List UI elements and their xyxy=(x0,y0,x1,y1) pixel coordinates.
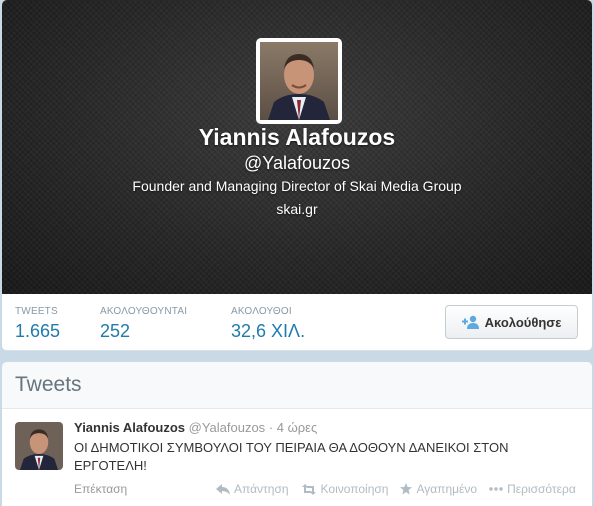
tweet-avatar[interactable] xyxy=(15,422,63,470)
stat-following[interactable]: ΑΚΟΛΟΥΘΟΥΝΤΑΙ 252 xyxy=(100,306,187,342)
tweets-panel: Tweets Yiannis Alafouzos @Yalafouzos · 4… xyxy=(2,362,592,506)
favorite-star-icon xyxy=(400,483,413,495)
stat-label: ΑΚΟΛΟΥΘΟΙ xyxy=(231,306,292,317)
stat-label: ΑΚΟΛΟΥΘΟΥΝΤΑΙ xyxy=(100,306,188,317)
stat-value: 32,6 ΧΙΛ. xyxy=(231,321,306,341)
tweet-author-handle[interactable]: @Yalafouzos xyxy=(189,420,266,435)
profile-stats-bar: TWEETS 1.665 ΑΚΟΛΟΥΘΟΥΝΤΑΙ 252 ΑΚΟΛΟΥΘΟΙ… xyxy=(2,294,592,351)
more-action[interactable]: Περισσότερα xyxy=(489,482,576,496)
profile-header: Yiannis Alafouzos @Yalafouzos Founder an… xyxy=(2,0,592,294)
stat-tweets[interactable]: TWEETS 1.665 xyxy=(15,306,60,342)
profile-page: Yiannis Alafouzos @Yalafouzos Founder an… xyxy=(2,0,592,506)
retweet-action[interactable]: Κοινοποίηση xyxy=(301,482,389,496)
follow-button[interactable]: Ακολούθησε xyxy=(445,305,578,339)
more-icon xyxy=(489,487,503,491)
tweet-text: ΟΙ ΔΗΜΟΤΙΚΟΙ ΣΥΜΒΟΥΛΟΙ ΤΟΥ ΠΕΙΡΑΙΑ ΘΑ ΔΟ… xyxy=(74,440,509,473)
reply-icon xyxy=(216,483,230,495)
tweet-header: Yiannis Alafouzos @Yalafouzos · 4 ώρες xyxy=(74,420,317,435)
favorite-action[interactable]: Αγαπημένο xyxy=(400,482,477,496)
tweet-separator: · xyxy=(268,420,274,435)
tweets-title: Tweets xyxy=(15,373,82,396)
tweet-author-name[interactable]: Yiannis Alafouzos xyxy=(74,420,185,435)
retweet-label: Κοινοποίηση xyxy=(320,482,389,496)
profile-bio: Founder and Managing Director of Skai Me… xyxy=(132,178,462,194)
favorite-label: Αγαπημένο xyxy=(416,482,478,496)
tweet-timestamp[interactable]: 4 ώρες xyxy=(277,420,317,435)
profile-name[interactable]: Yiannis Alafouzos xyxy=(2,124,592,151)
profile-avatar[interactable] xyxy=(256,38,342,124)
reply-label: Απάντηση xyxy=(234,482,289,496)
stat-label: TWEETS xyxy=(15,306,58,317)
profile-handle: @Yalafouzos xyxy=(244,153,350,173)
tweets-panel-header: Tweets xyxy=(2,362,592,409)
follow-button-label: Ακολούθησε xyxy=(484,314,562,330)
stat-followers[interactable]: ΑΚΟΛΟΥΘΟΙ 32,6 ΧΙΛ. xyxy=(231,306,305,342)
follow-user-icon xyxy=(461,315,479,329)
profile-url-link[interactable]: skai.gr xyxy=(2,201,592,217)
tweet-actions: Απάντηση Κοινοποίηση Αγαπημένο Περισσότε… xyxy=(216,482,588,496)
retweet-icon xyxy=(301,483,316,495)
stat-value: 1.665 xyxy=(15,321,61,341)
tweet-expand-link[interactable]: Επέκταση xyxy=(74,482,127,496)
more-label: Περισσότερα xyxy=(507,482,576,496)
stat-value: 252 xyxy=(100,321,131,341)
reply-action[interactable]: Απάντηση xyxy=(216,482,289,496)
